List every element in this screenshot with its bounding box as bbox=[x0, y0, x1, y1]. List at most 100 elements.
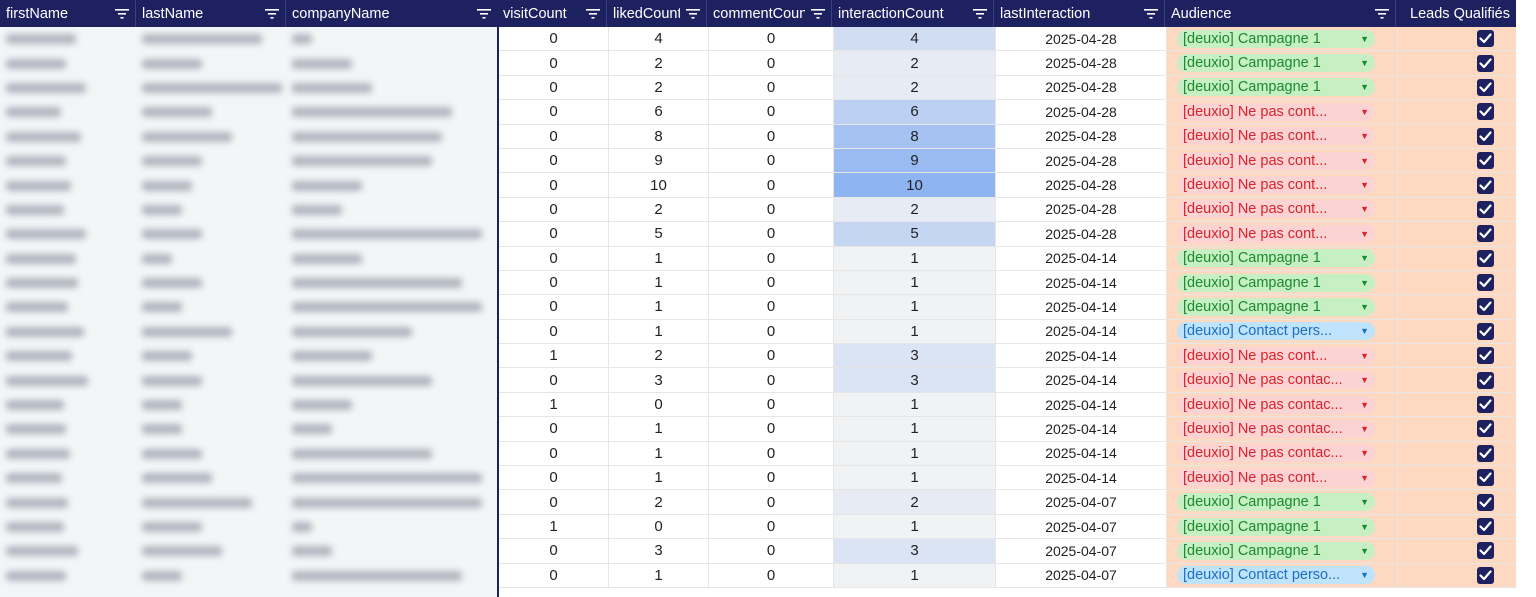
qualified-checkbox[interactable] bbox=[1477, 347, 1494, 365]
caret-down-icon: ▼ bbox=[1360, 253, 1369, 264]
qualified-checkbox[interactable] bbox=[1477, 225, 1494, 243]
audience-select[interactable]: [deuxio] Ne pas cont... ▼ bbox=[1177, 200, 1375, 219]
checkmark-icon bbox=[1479, 228, 1492, 239]
column-header-leads-qualifies[interactable]: Leads Qualifiés bbox=[1396, 0, 1516, 27]
blurred-row bbox=[0, 295, 497, 319]
table-row[interactable]: 0 1 0 1 2025-04-14 [deuxio] Ne pas contac... ▼ bbox=[499, 417, 1516, 442]
leads-qualifies-cell bbox=[1398, 295, 1516, 319]
audience-select[interactable]: [deuxio] Campagne 1 ▼ bbox=[1177, 273, 1375, 292]
audience-cell: [deuxio] Ne pas cont... ▼ bbox=[1167, 222, 1398, 246]
qualified-checkbox[interactable] bbox=[1477, 444, 1494, 462]
audience-select[interactable]: [deuxio] Ne pas cont... ▼ bbox=[1177, 102, 1375, 121]
table-row[interactable]: 1 2 0 3 2025-04-14 [deuxio] Ne pas cont... ▼ bbox=[499, 344, 1516, 369]
qualified-checkbox[interactable] bbox=[1477, 322, 1494, 340]
table-row[interactable]: 0 2 0 2 2025-04-07 [deuxio] Campagne 1 ▼ bbox=[499, 490, 1516, 515]
audience-select[interactable]: [deuxio] Campagne 1 ▼ bbox=[1177, 78, 1375, 97]
table-row[interactable]: 0 8 0 8 2025-04-28 [deuxio] Ne pas cont... ▼ bbox=[499, 124, 1516, 149]
table-row[interactable]: 0 3 0 3 2025-04-07 [deuxio] Campagne 1 ▼ bbox=[499, 539, 1516, 564]
column-header-comment-count[interactable]: commentCount bbox=[707, 0, 832, 27]
audience-select[interactable]: [deuxio] Ne pas cont... ▼ bbox=[1177, 346, 1375, 365]
qualified-checkbox[interactable] bbox=[1477, 371, 1494, 389]
audience-value: [deuxio] Campagne 1 bbox=[1183, 79, 1321, 96]
qualified-checkbox[interactable] bbox=[1477, 274, 1494, 292]
qualified-checkbox[interactable] bbox=[1477, 566, 1494, 584]
filter-icon[interactable] bbox=[477, 8, 491, 20]
audience-select[interactable]: [deuxio] Campagne 1 ▼ bbox=[1177, 541, 1375, 560]
filter-icon[interactable] bbox=[811, 8, 825, 20]
table-row[interactable]: 0 5 0 5 2025-04-28 [deuxio] Ne pas cont... ▼ bbox=[499, 222, 1516, 247]
table-row[interactable]: 0 2 0 2 2025-04-28 [deuxio] Campagne 1 ▼ bbox=[499, 51, 1516, 76]
audience-select[interactable]: [deuxio] Campagne 1 ▼ bbox=[1177, 517, 1375, 536]
table-row[interactable]: 0 3 0 3 2025-04-14 [deuxio] Ne pas contac... ▼ bbox=[499, 368, 1516, 393]
audience-select[interactable]: [deuxio] Ne pas contac... ▼ bbox=[1177, 371, 1375, 390]
audience-select[interactable]: [deuxio] Campagne 1 ▼ bbox=[1177, 29, 1375, 48]
filter-icon[interactable] bbox=[973, 8, 987, 20]
qualified-checkbox[interactable] bbox=[1477, 176, 1494, 194]
audience-select[interactable]: [deuxio] Ne pas cont... ▼ bbox=[1177, 127, 1375, 146]
qualified-checkbox[interactable] bbox=[1477, 493, 1494, 511]
qualified-checkbox[interactable] bbox=[1477, 249, 1494, 267]
table-row[interactable]: 0 9 0 9 2025-04-28 [deuxio] Ne pas cont... ▼ bbox=[499, 148, 1516, 174]
filter-icon[interactable] bbox=[265, 8, 279, 20]
qualified-checkbox[interactable] bbox=[1477, 54, 1494, 72]
column-header-visit-count[interactable]: visitCount bbox=[497, 0, 607, 27]
qualified-checkbox[interactable] bbox=[1477, 30, 1494, 48]
column-header-last-name[interactable]: lastName bbox=[136, 0, 286, 27]
audience-select[interactable]: [deuxio] Ne pas contac... ▼ bbox=[1177, 395, 1375, 414]
column-header-last-interaction[interactable]: lastInteraction bbox=[994, 0, 1165, 27]
table-row[interactable]: 0 1 0 1 2025-04-14 [deuxio] Campagne 1 ▼ bbox=[499, 295, 1516, 320]
audience-select[interactable]: [deuxio] Ne pas contac... ▼ bbox=[1177, 444, 1375, 463]
table-row[interactable]: 0 10 0 10 2025-04-28 [deuxio] Ne pas cont... ▼ bbox=[499, 173, 1516, 198]
table-row[interactable]: 0 1 0 1 2025-04-14 [deuxio] Campagne 1 ▼ bbox=[499, 270, 1516, 296]
audience-cell: [deuxio] Campagne 1 ▼ bbox=[1167, 270, 1398, 295]
audience-select[interactable]: [deuxio] Ne pas cont... ▼ bbox=[1177, 468, 1375, 487]
filter-icon[interactable] bbox=[115, 8, 129, 20]
filter-icon[interactable] bbox=[686, 8, 700, 20]
table-row[interactable]: 0 1 0 1 2025-04-07 [deuxio] Contact perso... ▼ bbox=[499, 563, 1516, 588]
qualified-checkbox[interactable] bbox=[1477, 152, 1494, 170]
column-header-interaction-count[interactable]: interactionCount bbox=[832, 0, 994, 27]
filter-icon[interactable] bbox=[1375, 8, 1389, 20]
visit-count-cell: 0 bbox=[499, 319, 609, 344]
visit-count-cell: 0 bbox=[499, 563, 609, 587]
table-row[interactable]: 0 2 0 2 2025-04-28 [deuxio] Ne pas cont... ▼ bbox=[499, 197, 1516, 223]
table-row[interactable]: 0 1 0 1 2025-04-14 [deuxio] Ne pas cont... ▼ bbox=[499, 466, 1516, 491]
qualified-checkbox[interactable] bbox=[1477, 127, 1494, 145]
table-row[interactable]: 0 1 0 1 2025-04-14 [deuxio] Campagne 1 ▼ bbox=[499, 246, 1516, 271]
column-header-first-name[interactable]: firstName bbox=[0, 0, 136, 27]
qualified-checkbox[interactable] bbox=[1477, 518, 1494, 535]
column-header-company-name[interactable]: companyName bbox=[286, 0, 497, 27]
audience-cell: [deuxio] Ne pas cont... ▼ bbox=[1167, 197, 1398, 222]
filter-icon[interactable] bbox=[586, 8, 600, 20]
table-row[interactable]: 0 1 0 1 2025-04-14 [deuxio] Ne pas contac... ▼ bbox=[499, 441, 1516, 467]
audience-select[interactable]: [deuxio] Campagne 1 ▼ bbox=[1177, 297, 1375, 316]
audience-select[interactable]: [deuxio] Campagne 1 ▼ bbox=[1177, 249, 1375, 268]
last-interaction-cell: 2025-04-28 bbox=[996, 100, 1167, 124]
table-row[interactable]: 0 2 0 2 2025-04-28 [deuxio] Campagne 1 ▼ bbox=[499, 75, 1516, 101]
qualified-checkbox[interactable] bbox=[1477, 542, 1494, 560]
table-row[interactable]: 0 1 0 1 2025-04-14 [deuxio] Contact pers... ▼ bbox=[499, 319, 1516, 345]
table-row[interactable]: 1 0 0 1 2025-04-07 [deuxio] Campagne 1 ▼ bbox=[499, 514, 1516, 540]
table-row[interactable]: 0 4 0 4 2025-04-28 [deuxio] Campagne 1 ▼ bbox=[499, 27, 1516, 52]
table-row[interactable]: 0 6 0 6 2025-04-28 [deuxio] Ne pas cont... ▼ bbox=[499, 100, 1516, 125]
qualified-checkbox[interactable] bbox=[1477, 469, 1494, 487]
qualified-checkbox[interactable] bbox=[1477, 78, 1494, 96]
table-row[interactable]: 1 0 0 1 2025-04-14 [deuxio] Ne pas contac... ▼ bbox=[499, 392, 1516, 418]
qualified-checkbox[interactable] bbox=[1477, 200, 1494, 218]
qualified-checkbox[interactable] bbox=[1477, 103, 1494, 121]
column-header-audience[interactable]: Audience bbox=[1165, 0, 1396, 27]
comment-count-cell: 0 bbox=[709, 75, 834, 100]
audience-select[interactable]: [deuxio] Ne pas cont... ▼ bbox=[1177, 176, 1375, 195]
audience-select[interactable]: [deuxio] Ne pas cont... ▼ bbox=[1177, 224, 1375, 243]
audience-select[interactable]: [deuxio] Contact perso... ▼ bbox=[1177, 566, 1375, 585]
column-header-liked-count[interactable]: likedCount bbox=[607, 0, 707, 27]
qualified-checkbox[interactable] bbox=[1477, 298, 1494, 316]
audience-select[interactable]: [deuxio] Ne pas contac... ▼ bbox=[1177, 419, 1375, 438]
audience-select[interactable]: [deuxio] Campagne 1 ▼ bbox=[1177, 54, 1375, 73]
qualified-checkbox[interactable] bbox=[1477, 396, 1494, 414]
audience-select[interactable]: [deuxio] Ne pas cont... ▼ bbox=[1177, 151, 1375, 170]
qualified-checkbox[interactable] bbox=[1477, 420, 1494, 438]
audience-select[interactable]: [deuxio] Contact pers... ▼ bbox=[1177, 322, 1375, 341]
audience-select[interactable]: [deuxio] Campagne 1 ▼ bbox=[1177, 493, 1375, 512]
filter-icon[interactable] bbox=[1144, 8, 1158, 20]
